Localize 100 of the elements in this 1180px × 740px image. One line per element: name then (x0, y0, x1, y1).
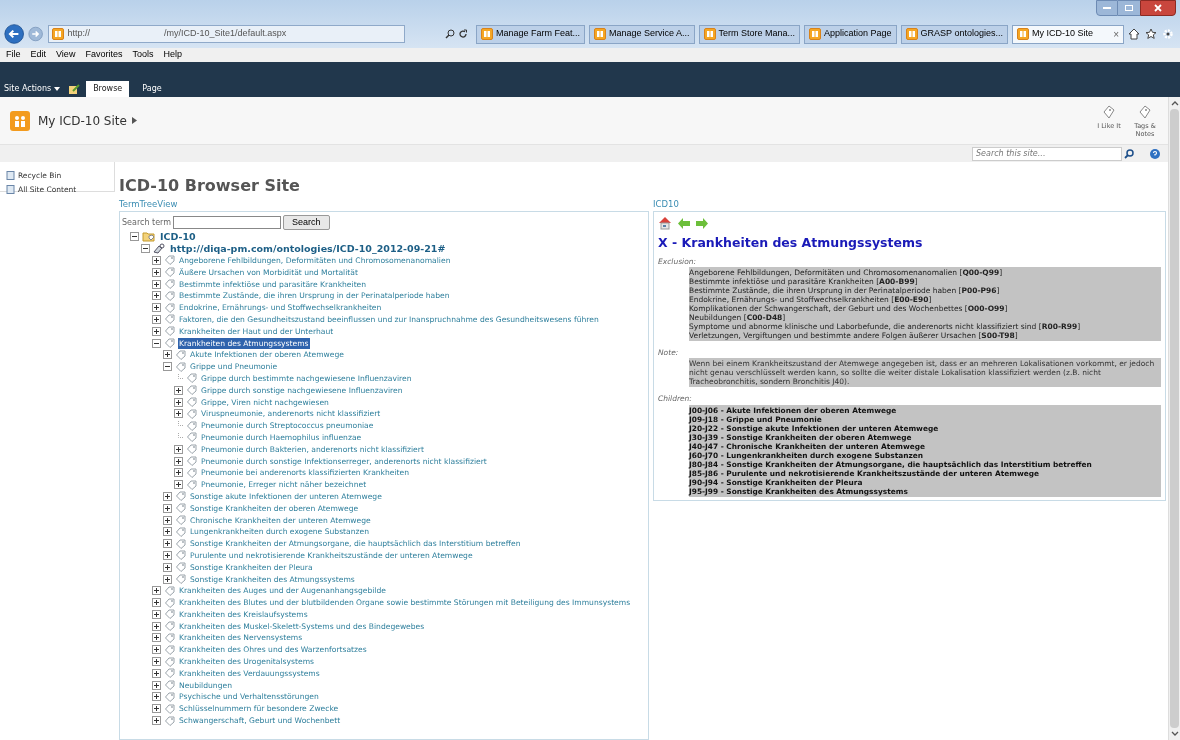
address-scheme: http:// (67, 27, 91, 41)
expander-toggle[interactable] (174, 456, 183, 466)
expander-toggle[interactable] (163, 550, 172, 560)
expander-toggle[interactable] (152, 291, 161, 301)
expander-toggle[interactable] (174, 409, 183, 419)
expander-toggle[interactable] (174, 385, 183, 395)
home-icon[interactable] (1128, 28, 1140, 40)
tag-icon (164, 326, 175, 337)
tag-icon (164, 314, 175, 325)
expander-toggle[interactable] (141, 244, 150, 254)
expander-toggle[interactable] (163, 350, 172, 360)
menu-item[interactable]: Favorites (85, 48, 123, 62)
expander-toggle[interactable] (163, 539, 172, 549)
page-icon (1017, 28, 1029, 40)
expander-toggle[interactable] (174, 480, 183, 490)
ribbon-tab[interactable]: Browse (86, 81, 130, 97)
home-icon[interactable] (658, 216, 672, 230)
menu-item[interactable]: Help (163, 48, 182, 62)
expander-toggle[interactable] (130, 232, 139, 242)
expander-toggle[interactable] (152, 314, 161, 324)
expander-toggle[interactable] (152, 598, 161, 608)
expander-toggle[interactable] (174, 444, 183, 454)
expander-toggle[interactable] (174, 397, 183, 407)
tag-icon (175, 349, 186, 360)
expander-toggle[interactable] (152, 704, 161, 714)
scroll-up-icon[interactable] (1170, 99, 1179, 107)
edit-page-icon[interactable] (68, 83, 81, 95)
search-icon[interactable] (1124, 148, 1134, 159)
tag-icon (186, 467, 197, 478)
menu-item[interactable]: File (6, 48, 21, 62)
browser-tab[interactable]: GRASP ontologies... (900, 24, 1008, 44)
close-button[interactable] (1140, 0, 1176, 16)
tag-icon (164, 290, 175, 301)
tag-icon (164, 609, 175, 620)
tag-icon (164, 656, 175, 667)
expander-toggle[interactable] (163, 362, 172, 372)
tag-icon (186, 408, 197, 419)
help-icon[interactable] (1150, 148, 1160, 159)
browser-tab[interactable]: My ICD-10 Site × (1012, 24, 1124, 44)
expander-toggle[interactable] (163, 562, 172, 572)
refresh-icon[interactable] (457, 29, 468, 39)
expander-toggle[interactable] (152, 303, 161, 313)
expander-toggle[interactable] (152, 633, 161, 643)
tag-icon (164, 255, 175, 266)
expander-toggle[interactable] (152, 609, 161, 619)
term-heading: X - Krankheiten des Atmungssystems (658, 234, 924, 252)
expander-toggle[interactable] (152, 680, 161, 690)
expander-toggle[interactable] (152, 267, 161, 277)
expander-toggle[interactable] (152, 657, 161, 667)
expander-toggle[interactable] (152, 621, 161, 631)
site-search-field[interactable]: Search this site... (972, 146, 1122, 161)
tag-icon (164, 279, 175, 290)
menu-item[interactable]: View (56, 48, 76, 62)
expander-toggle[interactable] (163, 491, 172, 501)
tree-item[interactable]: http://diqa-pm.com/ontologies/ICD-10_2012-09-21# (169, 243, 447, 255)
menu-item[interactable]: Tools (132, 48, 154, 62)
tag-icon (164, 668, 175, 679)
search-button[interactable]: Search (283, 215, 330, 230)
page-icon (905, 28, 918, 40)
ribbon-tab[interactable]: Page (135, 81, 169, 97)
back-button[interactable] (4, 22, 25, 46)
address-bar[interactable]: http:// /my/ICD-10_Site1/default.aspx (47, 25, 405, 43)
star-icon[interactable] (1145, 28, 1157, 40)
site-actions-menu[interactable]: Site Actions (4, 83, 52, 95)
tag-icon (164, 597, 175, 608)
settings-icon[interactable] (1162, 28, 1174, 40)
page-icon (51, 28, 64, 40)
caret-icon (54, 87, 61, 91)
expander-toggle[interactable] (152, 668, 161, 678)
browser-tab[interactable]: Manage Service A... (588, 24, 695, 44)
scroll-down-icon[interactable] (1170, 730, 1179, 738)
expander-toggle[interactable] (163, 515, 172, 525)
search-term-field[interactable] (173, 216, 282, 229)
expander-toggle[interactable] (163, 527, 172, 537)
scrollbar[interactable] (1168, 97, 1180, 740)
site-breadcrumb[interactable]: My ICD-10 Site (38, 111, 127, 130)
close-tab-button[interactable]: × (1113, 26, 1119, 42)
expander-toggle[interactable] (152, 716, 161, 726)
menu-item[interactable]: Edit (30, 48, 47, 62)
expander-toggle[interactable] (152, 586, 161, 596)
maximize-button[interactable] (1118, 0, 1140, 16)
browser-tab[interactable]: Application Page (804, 24, 897, 44)
panel-title: TermTreeView (119, 198, 179, 211)
browser-tab[interactable]: Manage Farm Feat... (475, 24, 585, 44)
browser-tab[interactable]: Term Store Mana... (698, 24, 801, 44)
minimize-button[interactable] (1096, 0, 1118, 16)
tag-icon (175, 526, 186, 537)
expander-toggle[interactable] (174, 468, 183, 478)
search-icon[interactable] (444, 29, 455, 39)
expander-toggle[interactable] (152, 338, 161, 348)
expander-toggle[interactable] (152, 256, 161, 265)
expander-toggle[interactable] (152, 279, 161, 289)
expander-toggle[interactable] (152, 326, 161, 336)
tree-item[interactable]: ICD-10 (159, 231, 197, 243)
expander-toggle[interactable] (163, 574, 172, 584)
tag-icon (186, 373, 197, 384)
expander-toggle[interactable] (152, 645, 161, 655)
expander-toggle[interactable] (152, 692, 161, 702)
expander-toggle[interactable] (163, 503, 172, 513)
tag-icon (175, 550, 186, 561)
